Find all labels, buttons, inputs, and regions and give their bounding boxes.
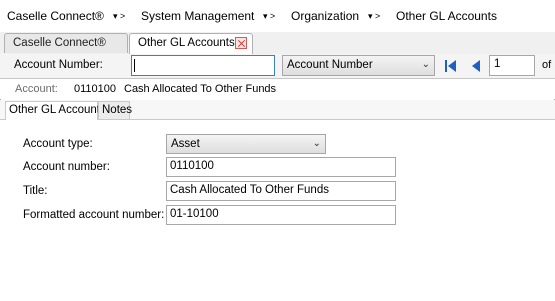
search-label: Account Number: [14, 59, 103, 71]
tab-label: Caselle Connect® [13, 37, 106, 49]
tab-other-gl-account[interactable]: Other GL Account [5, 101, 100, 120]
breadcrumb-separator[interactable]: ▾ > [263, 11, 275, 22]
account-type-value: Asset [171, 138, 200, 150]
chevron-down-icon: ⌄ [312, 138, 321, 149]
account-type-select[interactable]: Asset ⌄ [166, 134, 326, 154]
account-type-label: Account type: [23, 138, 93, 150]
page-number-input[interactable]: 1 [489, 55, 535, 76]
breadcrumb: Caselle Connect® ▾ > System Management ▾… [0, 0, 555, 32]
chevron-down-icon: ⌄ [421, 59, 430, 70]
account-label: Account: [15, 83, 58, 95]
formatted-account-number-field[interactable]: 01-10100 [166, 205, 396, 225]
tab-label: Other GL Accounts [138, 37, 235, 49]
account-number-field[interactable]: 0110100 [166, 157, 396, 177]
title-label: Title: [23, 185, 48, 197]
search-input[interactable] [131, 55, 275, 76]
breadcrumb-item-system-management[interactable]: System Management [141, 9, 254, 23]
breadcrumb-separator[interactable]: ▾ > [368, 11, 380, 22]
subtab-label: Notes [102, 104, 133, 116]
breadcrumb-item-organization[interactable]: Organization [291, 9, 359, 23]
account-title-display: Cash Allocated To Other Funds [124, 83, 277, 95]
text-cursor [134, 59, 135, 72]
search-field-select-value: Account Number [287, 59, 373, 71]
first-record-icon[interactable] [444, 59, 458, 73]
page-of-label: of [542, 59, 552, 71]
account-number-label: Account number: [23, 161, 110, 173]
tab-other-gl-accounts[interactable]: Other GL Accounts [129, 33, 253, 55]
breadcrumb-item-caselle-connect[interactable]: Caselle Connect® [7, 9, 104, 23]
search-field-select[interactable]: Account Number ⌄ [282, 55, 435, 76]
previous-record-icon[interactable] [470, 59, 482, 73]
formatted-account-number-label: Formatted account number: [23, 209, 165, 221]
account-number-display: 0110100 [74, 83, 117, 95]
tab-notes[interactable]: Notes [98, 101, 133, 119]
title-field[interactable]: Cash Allocated To Other Funds [166, 181, 396, 201]
breadcrumb-item-other-gl-accounts: Other GL Accounts [396, 9, 497, 23]
close-tab-icon[interactable] [235, 37, 247, 49]
subtab-label: Other GL Account [9, 104, 100, 116]
tab-caselle-connect[interactable]: Caselle Connect® [4, 33, 128, 53]
breadcrumb-separator[interactable]: ▾ > [113, 11, 125, 22]
